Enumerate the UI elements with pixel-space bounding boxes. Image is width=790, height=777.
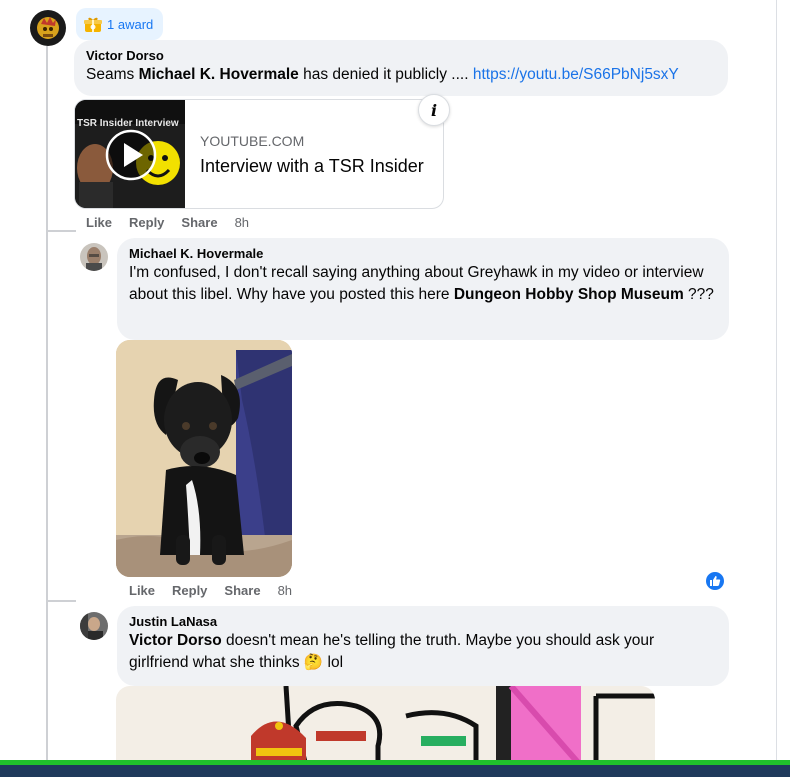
award-badge[interactable]: 1 award: [76, 8, 164, 40]
comment-author[interactable]: Justin LaNasa: [129, 613, 717, 630]
gift-icon: [84, 17, 102, 32]
comment-actions: Like Reply Share 8h: [129, 583, 292, 598]
award-label: 1 award: [107, 16, 154, 32]
comment-author[interactable]: Michael K. Hovermale: [129, 245, 717, 262]
comment-text: Victor Dorso doesn't mean he's telling t…: [129, 630, 717, 674]
thumbnail-caption: TSR Insider Interview: [77, 118, 179, 129]
comment-photo-dog[interactable]: [116, 340, 292, 577]
mention-link[interactable]: Victor Dorso: [129, 632, 222, 649]
video-thumbnail[interactable]: TSR Insider Interview: [75, 100, 185, 208]
info-icon[interactable]: i: [418, 94, 450, 126]
comment-text-part: Seams: [86, 66, 139, 83]
taskbar: [0, 760, 790, 777]
comment-bubble: Victor Dorso Seams Michael K. Hovermale …: [74, 40, 728, 96]
thread-line: [46, 46, 48, 760]
comment-actions: Like Reply Share 8h: [86, 215, 249, 230]
reply-button[interactable]: Reply: [129, 215, 164, 230]
like-reaction-icon[interactable]: [704, 570, 726, 592]
comment-text: Seams Michael K. Hovermale has denied it…: [86, 64, 716, 86]
link-title[interactable]: Interview with a TSR Insider: [200, 156, 424, 177]
comment-text-part: lol: [323, 654, 344, 671]
like-button[interactable]: Like: [129, 583, 155, 598]
mention-link[interactable]: Michael K. Hovermale: [139, 66, 299, 83]
comment-photo-cartoon[interactable]: [116, 686, 655, 766]
feed-column-border: [776, 0, 777, 760]
mention-link[interactable]: Dungeon Hobby Shop Museum: [454, 286, 684, 303]
comment-text-part: has denied it publicly ....: [298, 66, 473, 83]
reply-button[interactable]: Reply: [172, 583, 207, 598]
comment-bubble: Michael K. Hovermale I'm confused, I don…: [117, 238, 729, 340]
avatar-justin-lanasa[interactable]: [80, 612, 108, 640]
thread-branch: [46, 600, 76, 602]
comment-text: I'm confused, I don't recall saying anyt…: [129, 262, 717, 306]
link-preview-card[interactable]: TSR Insider Interview YOUTUBE.COM Interv…: [74, 99, 444, 209]
link-domain: YOUTUBE.COM: [200, 133, 305, 149]
comment-text-part: ???: [683, 286, 714, 303]
thinking-emoji: 🤔: [303, 654, 324, 671]
comment-timestamp[interactable]: 8h: [278, 583, 292, 598]
avatar-victor-dorso[interactable]: [30, 10, 66, 46]
like-button[interactable]: Like: [86, 215, 112, 230]
comment-author[interactable]: Victor Dorso: [86, 47, 716, 64]
comment-url-link[interactable]: https://youtu.be/S66PbNj5sxY: [473, 66, 679, 83]
thread-branch: [46, 230, 76, 232]
comment-bubble: Justin LaNasa Victor Dorso doesn't mean …: [117, 606, 729, 686]
avatar-michael-hovermale[interactable]: [80, 243, 108, 271]
comment-timestamp[interactable]: 8h: [235, 215, 249, 230]
share-button[interactable]: Share: [181, 215, 217, 230]
share-button[interactable]: Share: [224, 583, 260, 598]
